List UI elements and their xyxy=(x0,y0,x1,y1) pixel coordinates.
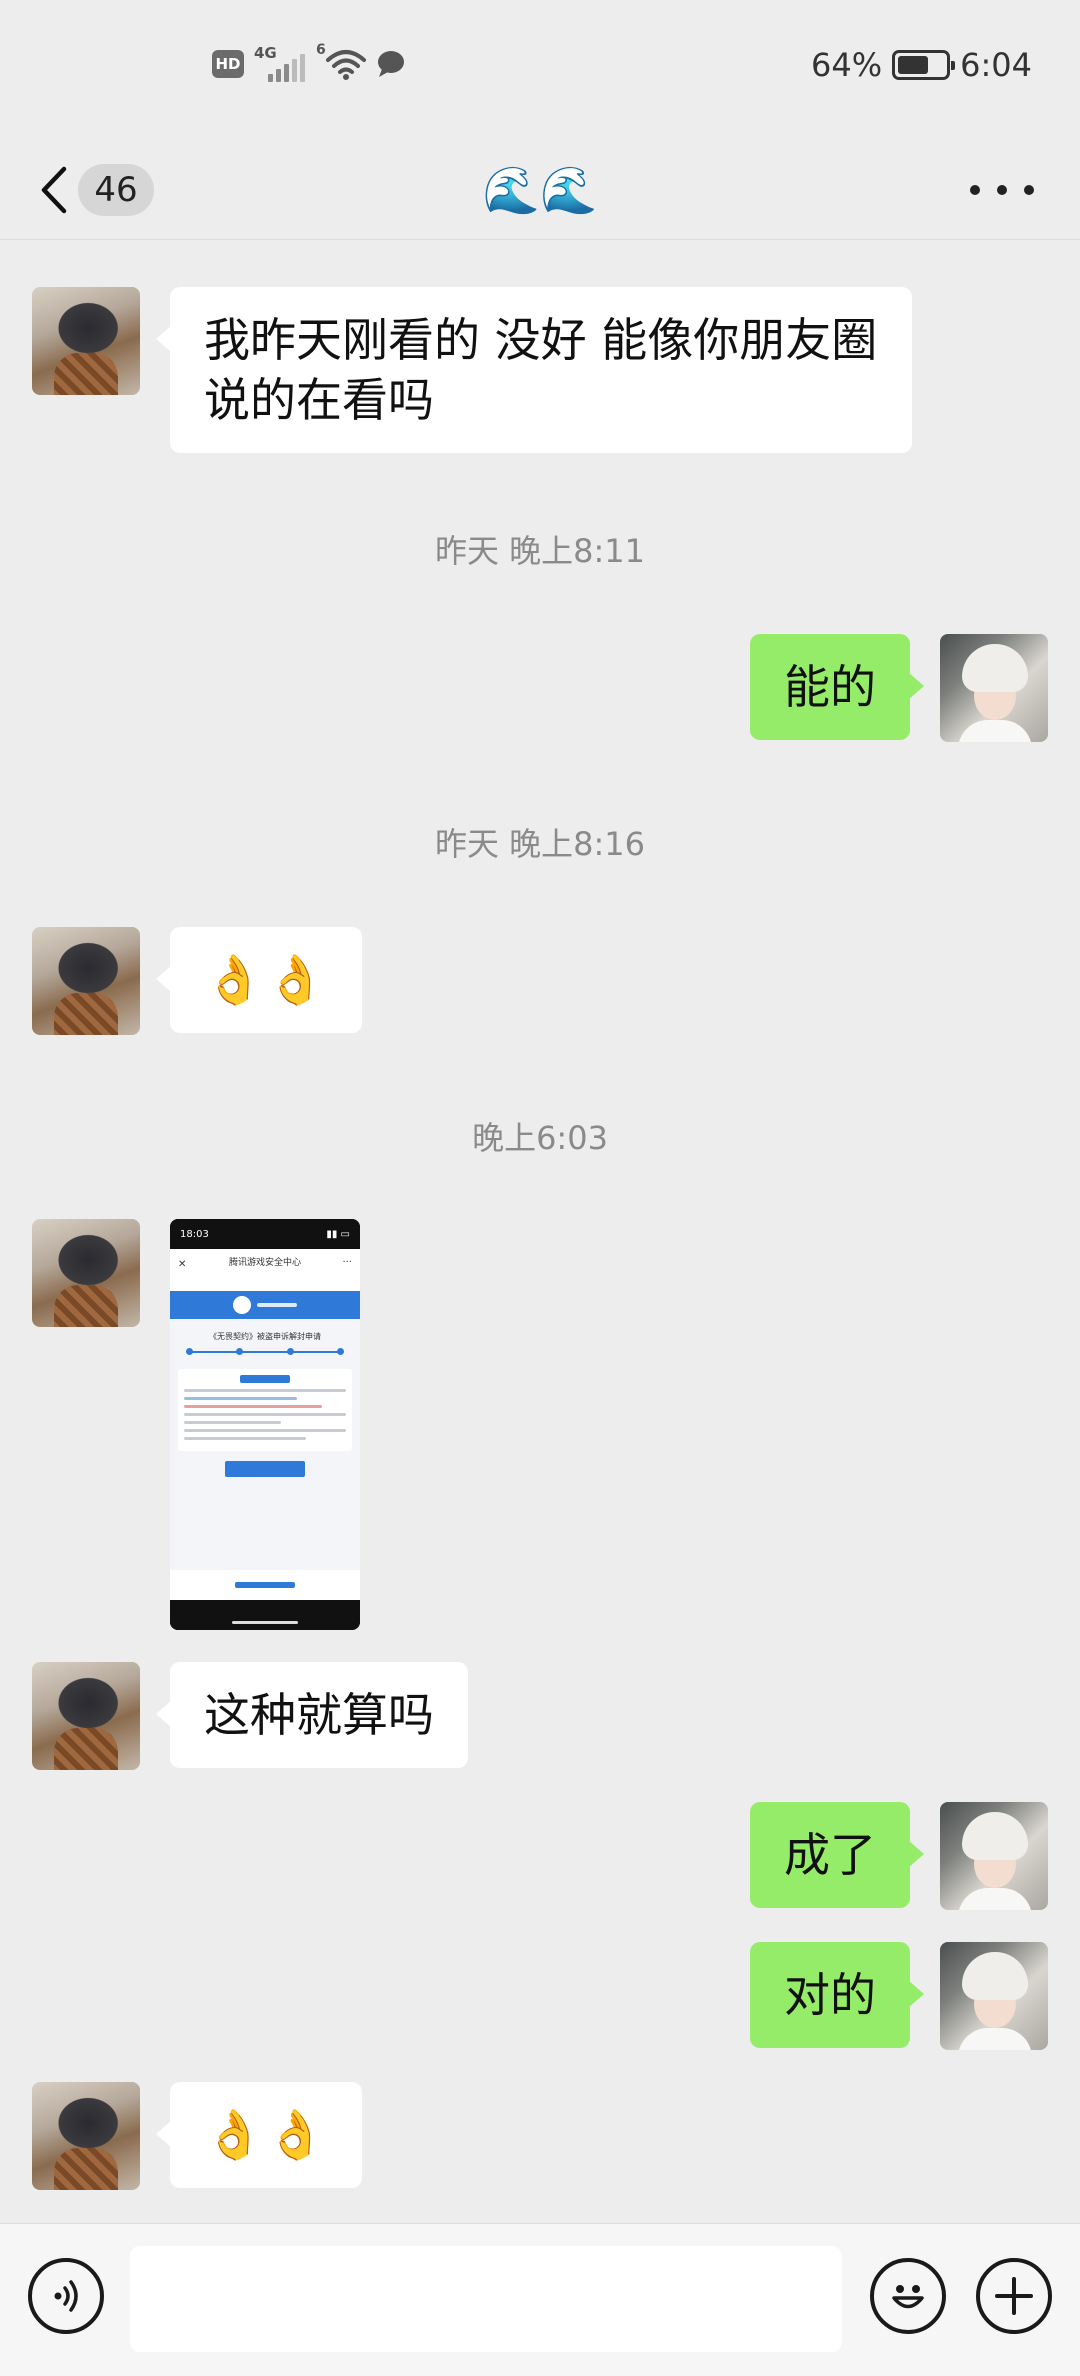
chat-title: 🌊🌊 xyxy=(482,163,598,217)
voice-icon xyxy=(54,2280,78,2312)
battery-percent: 64% xyxy=(811,46,883,84)
screenshot-signal: ▮▮ ▭ xyxy=(326,1228,350,1240)
message-bubble-sent[interactable]: 对的 xyxy=(750,1942,924,2048)
voice-input-button[interactable] xyxy=(28,2258,104,2334)
more-functions-button[interactable] xyxy=(976,2258,1052,2334)
message-bubble-received[interactable]: 这种就算吗 xyxy=(156,1662,468,1768)
back-button[interactable]: 46 xyxy=(38,152,154,228)
message-bubble-received[interactable]: 👌👌 xyxy=(156,927,362,1033)
battery-fill xyxy=(898,56,928,74)
message-bubble-received[interactable]: 👌👌 xyxy=(156,2082,362,2188)
unread-count-badge: 46 xyxy=(78,164,154,216)
contact-avatar[interactable] xyxy=(32,1219,140,1327)
screenshot-time: 18:03 xyxy=(180,1228,209,1240)
contact-avatar[interactable] xyxy=(32,287,140,395)
clock: 6:04 xyxy=(960,46,1032,84)
my-avatar[interactable] xyxy=(940,1802,1048,1910)
message-bubble-sent[interactable]: 能的 xyxy=(750,634,924,740)
screenshot-status-bar: 18:03 ▮▮ ▭ xyxy=(170,1219,360,1249)
more-icon: ··· xyxy=(342,1257,352,1268)
input-bar xyxy=(0,2223,1080,2376)
image-message[interactable]: 18:03 ▮▮ ▭ ✕ 腾讯游戏安全中心 ··· 《无畏契约》被盗申诉解封申请 xyxy=(170,1219,360,1630)
qq-avatar-icon xyxy=(233,1296,251,1314)
smiley-icon xyxy=(892,2285,924,2309)
my-avatar[interactable] xyxy=(940,634,1048,742)
plus-icon xyxy=(995,2277,1033,2315)
message-notification-icon xyxy=(378,51,404,77)
status-bar: HD 4G 6 64% 6:04 xyxy=(0,0,1080,140)
dot xyxy=(970,185,980,195)
status-icons-left: HD 4G 6 xyxy=(212,42,406,84)
cellular-signal-icon: 4G xyxy=(254,44,306,84)
hd-badge: HD xyxy=(212,50,244,78)
dot xyxy=(997,185,1007,195)
screenshot-title: 《无畏契约》被盗申诉解封申请 xyxy=(209,1332,321,1341)
screenshot-body: 《无畏契约》被盗申诉解封申请 xyxy=(170,1319,360,1570)
message-input[interactable] xyxy=(130,2246,842,2352)
timestamp: 晚上6:03 xyxy=(472,1119,608,1157)
screenshot-card xyxy=(178,1369,352,1451)
message-bubble-sent[interactable]: 成了 xyxy=(750,1802,924,1908)
timestamp: 昨天 晚上8:11 xyxy=(434,532,646,570)
screenshot-header: ✕ 腾讯游戏安全中心 ··· xyxy=(170,1249,360,1291)
screenshot-account-band xyxy=(170,1291,360,1319)
wifi-icon: 6 xyxy=(316,42,366,84)
emoji-button[interactable] xyxy=(870,2258,946,2334)
timestamp: 昨天 晚上8:16 xyxy=(434,825,646,863)
contact-avatar[interactable] xyxy=(32,927,140,1035)
close-icon: ✕ xyxy=(178,1259,187,1270)
status-icons-right: 64% 6:04 xyxy=(811,46,1032,84)
progress-steps xyxy=(186,1348,344,1355)
dot xyxy=(1024,185,1034,195)
my-avatar[interactable] xyxy=(940,1942,1048,2050)
chat-header: 46 🌊🌊 xyxy=(0,140,1080,240)
contact-avatar[interactable] xyxy=(32,2082,140,2190)
screenshot-button xyxy=(225,1461,305,1477)
screenshot-header-title: 腾讯游戏安全中心 xyxy=(228,1258,301,1268)
screenshot-footer xyxy=(170,1570,360,1600)
battery-icon xyxy=(892,50,956,80)
contact-avatar[interactable] xyxy=(32,1662,140,1770)
message-bubble-received[interactable]: 我昨天刚看的 没好 能像你朋友圈说的在看吗 xyxy=(156,287,912,453)
screenshot-account-id xyxy=(257,1303,297,1307)
chevron-left-icon xyxy=(41,166,67,214)
screenshot-nav-bar xyxy=(170,1600,360,1630)
more-options-button[interactable] xyxy=(970,170,1034,210)
